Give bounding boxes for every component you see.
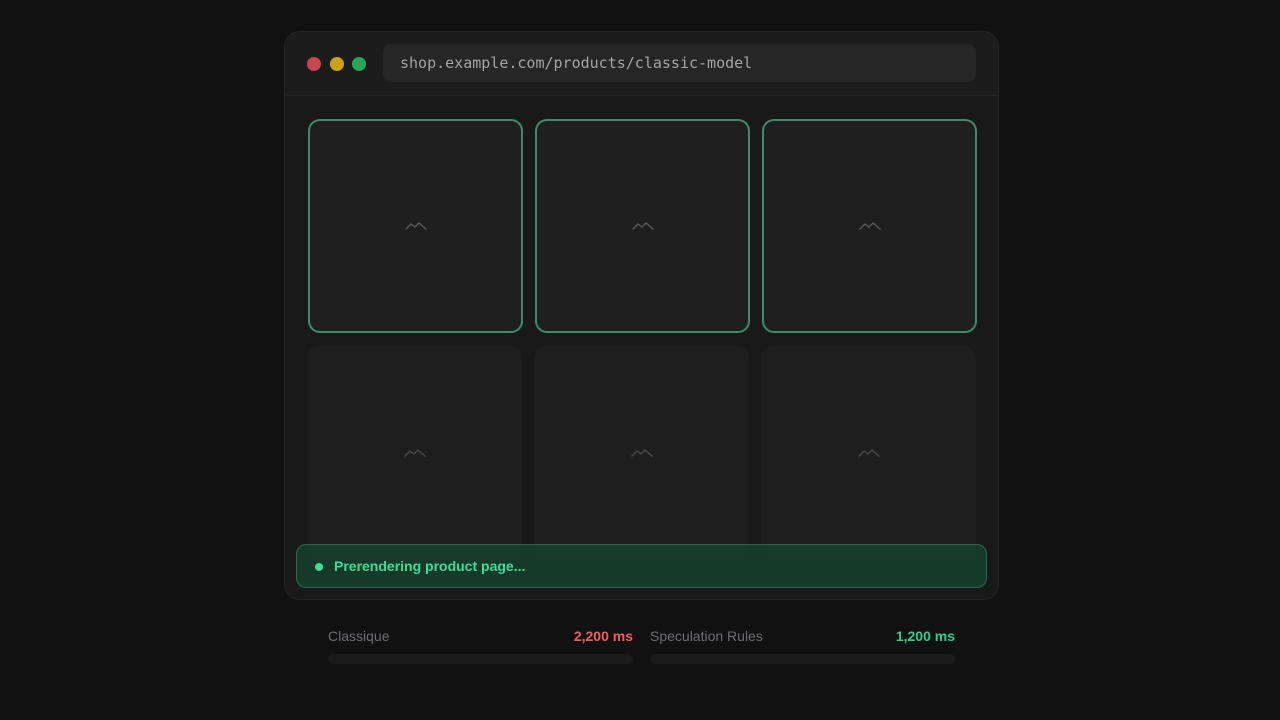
close-window-dot[interactable]: [307, 57, 321, 71]
image-placeholder-icon: [404, 222, 427, 230]
product-card-4[interactable]: [307, 346, 522, 560]
metric-value: 1,200 ms: [895, 628, 955, 644]
status-indicator-dot: [315, 563, 323, 571]
metric-label: Classique: [328, 628, 390, 644]
metric-label: Speculation Rules: [650, 628, 763, 644]
maximize-window-dot[interactable]: [352, 57, 366, 71]
metric-value: 2,200 ms: [573, 628, 633, 644]
address-bar[interactable]: shop.example.com/products/classic-model: [383, 44, 976, 82]
status-message: Prerendering product page...: [334, 558, 526, 574]
browser-titlebar: shop.example.com/products/classic-model: [285, 32, 998, 96]
image-placeholder-icon: [403, 449, 426, 457]
metric-progress-track: [650, 654, 955, 664]
product-card-6[interactable]: [761, 346, 976, 560]
image-placeholder-icon: [858, 222, 881, 230]
image-placeholder-icon: [630, 449, 653, 457]
product-card-5[interactable]: [534, 346, 749, 560]
metric-progress-track: [328, 654, 633, 664]
image-placeholder-icon: [857, 449, 880, 457]
prerender-status-toast: Prerendering product page...: [296, 544, 987, 588]
image-placeholder-icon: [631, 222, 654, 230]
product-card-3[interactable]: [762, 119, 977, 333]
minimize-window-dot[interactable]: [330, 57, 344, 71]
product-card-1[interactable]: [308, 119, 523, 333]
product-card-2[interactable]: [535, 119, 750, 333]
